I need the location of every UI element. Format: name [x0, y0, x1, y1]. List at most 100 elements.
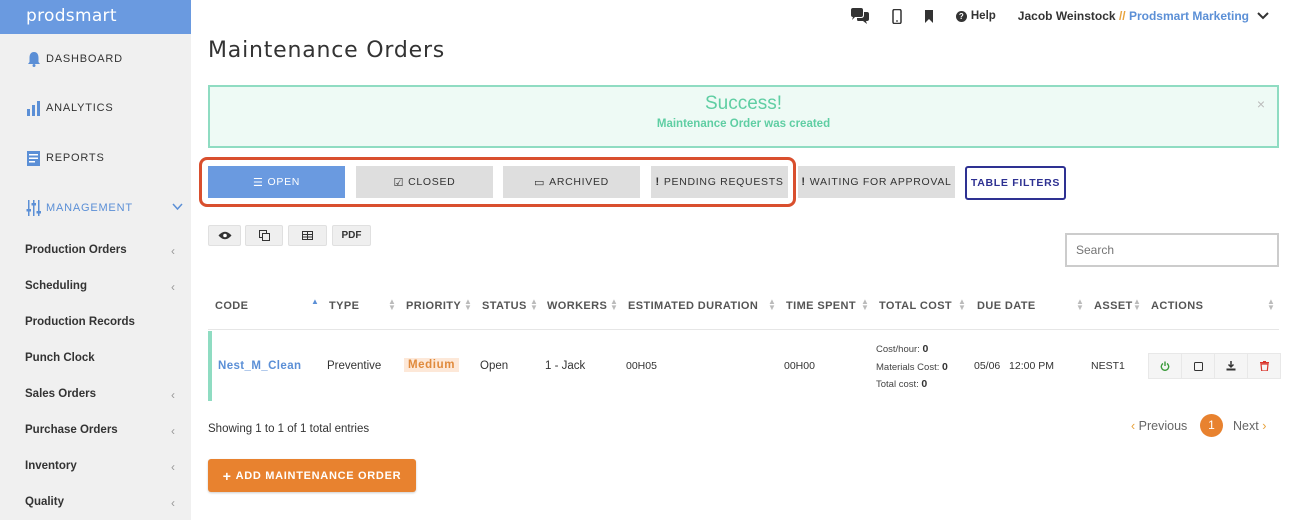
due-date: 05/06 12:00 PM [974, 360, 1054, 372]
copy-icon[interactable] [245, 225, 283, 246]
sort-icon[interactable]: ▲ ▼ [1267, 298, 1275, 312]
column-header-code[interactable]: CODE [215, 300, 248, 312]
help-link[interactable]: ? Help [955, 10, 996, 22]
cost-value: 0 [922, 343, 929, 355]
sidebar-item-production-orders[interactable]: Production Orders ‹ [25, 244, 175, 258]
chevron-left-icon: ‹ [171, 460, 175, 474]
order-code-link[interactable]: Nest_M_Clean [218, 360, 301, 372]
power-icon[interactable] [1148, 353, 1182, 379]
add-button-label: ADD MAINTENANCE ORDER [235, 469, 402, 482]
chevron-left-icon: ‹ [171, 244, 175, 258]
chevron-left-icon: ‹ [171, 388, 175, 402]
row-status-bar [208, 331, 212, 401]
eye-icon[interactable] [208, 225, 241, 246]
chevron-left-icon: ‹ [171, 496, 175, 510]
chat-icon[interactable] [850, 8, 870, 24]
previous-label: Previous [1138, 419, 1188, 433]
sort-asc-icon[interactable]: ▲ [311, 298, 319, 306]
question-icon: ? [955, 10, 967, 22]
sort-icon[interactable]: ▲ ▼ [464, 298, 472, 312]
chevron-down-icon [172, 202, 183, 214]
pagination-next[interactable]: Next › [1233, 419, 1266, 433]
cost-label: Cost/hour: [876, 344, 920, 355]
column-header-total-cost[interactable]: TOTAL COST [879, 300, 952, 312]
search-input[interactable] [1065, 233, 1279, 267]
order-workers: 1 - Jack [545, 360, 586, 372]
sidebar-item-label: Inventory [25, 460, 77, 472]
bookmark-icon[interactable] [924, 9, 934, 23]
asset: NEST1 [1091, 360, 1125, 372]
sidebar-item-dashboard[interactable]: DASHBOARD [25, 50, 123, 68]
trash-icon[interactable] [1247, 353, 1281, 379]
sidebar-item-punch-clock[interactable]: Punch Clock [25, 352, 175, 364]
tab-label: PENDING REQUESTS [663, 176, 784, 188]
table-filters-button[interactable]: TABLE FILTERS [965, 166, 1066, 200]
sidebar-item-label: Production Orders [25, 244, 127, 256]
column-header-time-spent[interactable]: TIME SPENT [786, 300, 856, 312]
column-header-estimated-duration[interactable]: ESTIMATED DURATION [628, 300, 758, 312]
cost-per-hour: Cost/hour: 0 [876, 343, 928, 355]
mobile-icon[interactable] [892, 8, 902, 24]
sidebar-item-label: DASHBOARD [46, 53, 123, 65]
next-label: Next [1233, 419, 1259, 433]
sidebar-item-label: Production Records [25, 316, 135, 328]
close-icon[interactable]: × [1257, 96, 1265, 112]
brand-logo[interactable]: prodsmart [0, 0, 191, 34]
tab-label: ARCHIVED [549, 176, 609, 188]
exclamation-icon: ! [801, 176, 806, 188]
tab-pending-requests[interactable]: ! PENDING REQUESTS [651, 166, 788, 198]
column-header-asset[interactable]: ASSET [1094, 300, 1133, 312]
column-header-type[interactable]: TYPE [329, 300, 359, 312]
sort-icon[interactable]: ▲ ▼ [530, 298, 538, 312]
sort-icon[interactable]: ▲ ▼ [958, 298, 966, 312]
sidebar-item-reports[interactable]: REPORTS [25, 149, 105, 167]
sort-icon[interactable]: ▲ ▼ [861, 298, 869, 312]
sort-icon[interactable]: ▲ ▼ [610, 298, 618, 312]
chevron-left-icon: ‹ [1131, 419, 1136, 433]
sidebar-item-management[interactable]: MANAGEMENT [25, 199, 183, 217]
sidebar-item-purchase-orders[interactable]: Purchase Orders ‹ [25, 424, 175, 438]
column-header-status[interactable]: STATUS [482, 300, 527, 312]
tab-waiting-for-approval[interactable]: ! WAITING FOR APPROVAL [798, 166, 955, 198]
sidebar-item-sales-orders[interactable]: Sales Orders ‹ [25, 388, 175, 402]
org-name: Prodsmart Marketing [1128, 9, 1249, 23]
cost-value: 0 [942, 361, 948, 373]
sort-icon[interactable]: ▲ ▼ [768, 298, 776, 312]
tab-label: CLOSED [408, 176, 456, 188]
sidebar-item-scheduling[interactable]: Scheduling ‹ [25, 280, 175, 294]
chevron-down-icon[interactable] [1257, 9, 1269, 23]
column-header-actions[interactable]: ACTIONS [1151, 300, 1203, 312]
column-header-due-date[interactable]: DUE DATE [977, 300, 1036, 312]
sidebar-item-quality[interactable]: Quality ‹ [25, 496, 175, 510]
sidebar-item-label: MANAGEMENT [46, 202, 133, 214]
sort-icon[interactable]: ▲ ▼ [1076, 298, 1084, 312]
tab-closed[interactable]: ☑ CLOSED [356, 166, 493, 198]
top-bar: ? Help Jacob Weinstock // Prodsmart Mark… [828, 6, 1269, 26]
column-header-workers[interactable]: WORKERS [547, 300, 607, 312]
sidebar-item-production-records[interactable]: Production Records [25, 316, 175, 328]
sidebar-item-inventory[interactable]: Inventory ‹ [25, 460, 175, 474]
sort-icon[interactable]: ▲ ▼ [388, 298, 396, 312]
estimated-duration: 00H05 [626, 360, 657, 372]
add-maintenance-order-button[interactable]: + ADD MAINTENANCE ORDER [208, 459, 416, 492]
tab-archived[interactable]: ▭ ARCHIVED [503, 166, 640, 198]
table-header-divider [208, 329, 1279, 330]
tab-open[interactable]: ☰ OPEN [208, 166, 345, 198]
sidebar-item-label: Purchase Orders [25, 424, 118, 436]
pdf-button[interactable]: PDF [332, 225, 371, 246]
stop-icon[interactable] [1181, 353, 1215, 379]
sidebar-item-label: Punch Clock [25, 352, 95, 364]
due-date-time: 12:00 PM [1009, 360, 1054, 372]
sidebar-item-analytics[interactable]: ANALYTICS [25, 99, 114, 117]
column-header-priority[interactable]: PRIORITY [406, 300, 461, 312]
pagination-page-1[interactable]: 1 [1200, 414, 1223, 437]
sort-icon[interactable]: ▲ ▼ [1133, 298, 1141, 312]
user-menu[interactable]: Jacob Weinstock // Prodsmart Marketing [1018, 9, 1249, 23]
sidebar-item-label: Quality [25, 496, 64, 508]
plus-icon: + [222, 467, 232, 484]
download-icon[interactable] [1214, 353, 1248, 379]
sidebar-item-label: ANALYTICS [46, 102, 114, 114]
total-cost: Total cost: 0 [876, 378, 927, 390]
pagination-previous[interactable]: ‹ Previous [1131, 419, 1187, 433]
table-icon[interactable] [288, 225, 327, 246]
